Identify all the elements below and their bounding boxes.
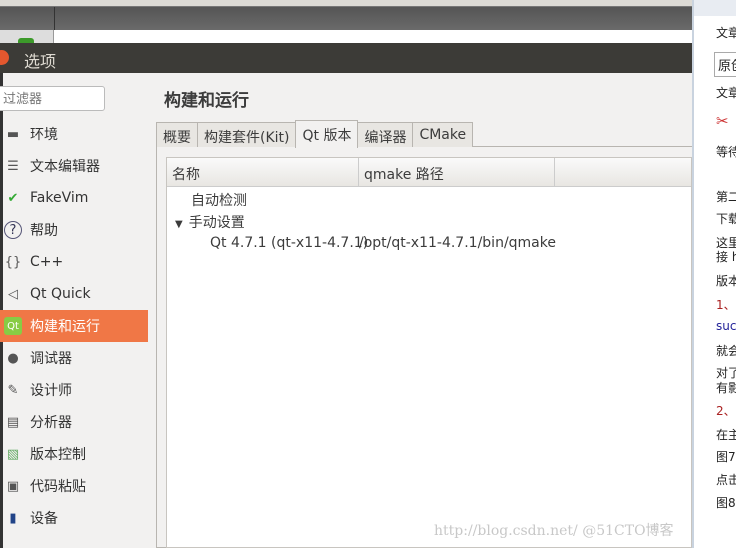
braces-icon: {}: [4, 254, 22, 270]
panel-text: 第二: [716, 190, 736, 204]
panel-text: 有影: [716, 381, 736, 395]
panel-text: 下载: [716, 212, 736, 226]
sidebar-item-label: 分析器: [30, 415, 72, 431]
filter-input[interactable]: [0, 86, 105, 111]
sidebar-item-label: 代码粘贴: [30, 479, 86, 495]
tab-kits[interactable]: 构建套件(Kit): [197, 122, 297, 147]
sidebar-item-version-control[interactable]: ▧ 版本控制: [0, 438, 148, 470]
sidebar-item-label: 设计师: [30, 383, 72, 399]
panel-text: 等待: [716, 145, 736, 159]
sidebar-item-qt-quick[interactable]: ◁ Qt Quick: [0, 278, 148, 310]
tab-bar: 概要 构建套件(Kit) Qt 版本 编译器 CMake: [156, 120, 474, 148]
sidebar-item-label: 调试器: [30, 351, 72, 367]
sidebar-item-devices[interactable]: ▮ 设备: [0, 502, 148, 534]
sidebar-item-cpp[interactable]: {} C++: [0, 246, 148, 278]
background-window-header: [0, 7, 692, 30]
document-icon: [694, 0, 736, 16]
dialog-titlebar: 选项: [0, 43, 692, 73]
qt-versions-tree[interactable]: 名称 qmake 路径 自动检测 ▼ 手动设置 Qt 4.7.1 (qt-x11-…: [166, 157, 692, 548]
close-icon[interactable]: [0, 50, 9, 65]
sidebar-item-build-run[interactable]: Qt 构建和运行: [0, 310, 148, 342]
version-control-icon: ▧: [6, 446, 20, 462]
watermark: http://blog.csdn.net/ @51CTO博客: [434, 523, 674, 539]
sidebar-item-label: FakeVim: [30, 190, 89, 206]
panel-text: 图7: [716, 450, 736, 464]
panel-text: 版本: [716, 274, 736, 288]
code-paste-icon: ▣: [6, 478, 20, 494]
sidebar-item-environment[interactable]: ▬ 环境: [0, 118, 148, 150]
text-editor-icon: ☰: [7, 158, 19, 174]
sidebar-item-label: 设备: [30, 511, 58, 527]
panel-text: 文章: [716, 86, 736, 100]
tab-cmake[interactable]: CMake: [412, 122, 474, 147]
help-icon: ?: [4, 221, 22, 239]
sidebar-item-label: 帮助: [30, 223, 58, 239]
sidebar-item-label: C++: [30, 254, 64, 270]
sidebar-item-fakevim[interactable]: ✔ FakeVim: [0, 182, 148, 214]
sidebar-item-label: 环境: [30, 127, 58, 143]
tree-header: 名称 qmake 路径: [167, 158, 691, 187]
analyzer-icon: ▤: [6, 414, 20, 430]
panel-text: 就会: [716, 344, 736, 358]
sidebar-item-text-editor[interactable]: ☰ 文本编辑器: [0, 150, 148, 182]
monitor-icon: ▬: [6, 126, 20, 142]
tree-item-qt-version[interactable]: Qt 4.7.1 (qt-x11-4.7.1): [210, 235, 368, 251]
sidebar: ▬ 环境 ☰ 文本编辑器 ✔ FakeVim ? 帮助 {} C++ ◁ Qt Quick …: [0, 118, 148, 534]
fakevim-icon: ✔: [7, 190, 19, 206]
qmake-path-cell: /opt/qt-x11-4.7.1/bin/qmake: [359, 235, 556, 251]
page-title: 构建和运行: [164, 91, 249, 111]
sidebar-item-label: 版本控制: [30, 447, 86, 463]
background-window-content: [0, 30, 692, 44]
sidebar-item-label: 构建和运行: [30, 319, 100, 335]
column-header-name[interactable]: 名称: [167, 158, 359, 186]
sidebar-item-label: Qt Quick: [30, 286, 91, 302]
dialog-title: 选项: [24, 52, 57, 71]
panel-text: 2、: [716, 404, 736, 418]
expand-arrow-icon[interactable]: ▼: [175, 219, 183, 230]
tab-compilers[interactable]: 编译器: [357, 122, 414, 147]
panel-text: 点击: [716, 473, 736, 487]
right-browser-panel: 文章 原创 文章 ✂ 等待 第二 下载 这里 接 h 版本 1、 suc 就会 …: [692, 0, 736, 548]
background-window-toolbar: [0, 0, 692, 7]
tree-item-auto-detected[interactable]: 自动检测: [191, 190, 247, 210]
qt-icon: Qt: [4, 317, 22, 335]
panel-text: suc: [716, 319, 736, 333]
sidebar-item-code-paste[interactable]: ▣ 代码粘贴: [0, 470, 148, 502]
sidebar-item-help[interactable]: ? 帮助: [0, 214, 148, 246]
tree-item-manual[interactable]: ▼ 手动设置: [175, 212, 245, 232]
column-header-qmake-path[interactable]: qmake 路径: [359, 158, 555, 186]
sidebar-item-designer[interactable]: ✎ 设计师: [0, 374, 148, 406]
device-icon: ▮: [9, 510, 17, 526]
debugger-icon: ●: [7, 350, 19, 366]
panel-text: 文章: [716, 26, 736, 40]
designer-icon: ✎: [7, 382, 19, 398]
panel-text: 1、: [716, 298, 736, 312]
panel-select[interactable]: 原创: [714, 52, 736, 77]
qt-quick-icon: ◁: [8, 286, 18, 302]
panel-text: 图8: [716, 496, 736, 510]
sidebar-item-debugger[interactable]: ● 调试器: [0, 342, 148, 374]
tab-qt-versions[interactable]: Qt 版本: [295, 120, 359, 148]
panel-text: 接 h: [716, 250, 736, 264]
sidebar-item-label: 文本编辑器: [30, 159, 100, 175]
scissors-icon[interactable]: ✂: [716, 112, 729, 130]
tab-overview[interactable]: 概要: [156, 122, 198, 147]
tree-item-label: 手动设置: [188, 215, 245, 231]
panel-text: 在主: [716, 428, 736, 442]
sidebar-item-analyzer[interactable]: ▤ 分析器: [0, 406, 148, 438]
